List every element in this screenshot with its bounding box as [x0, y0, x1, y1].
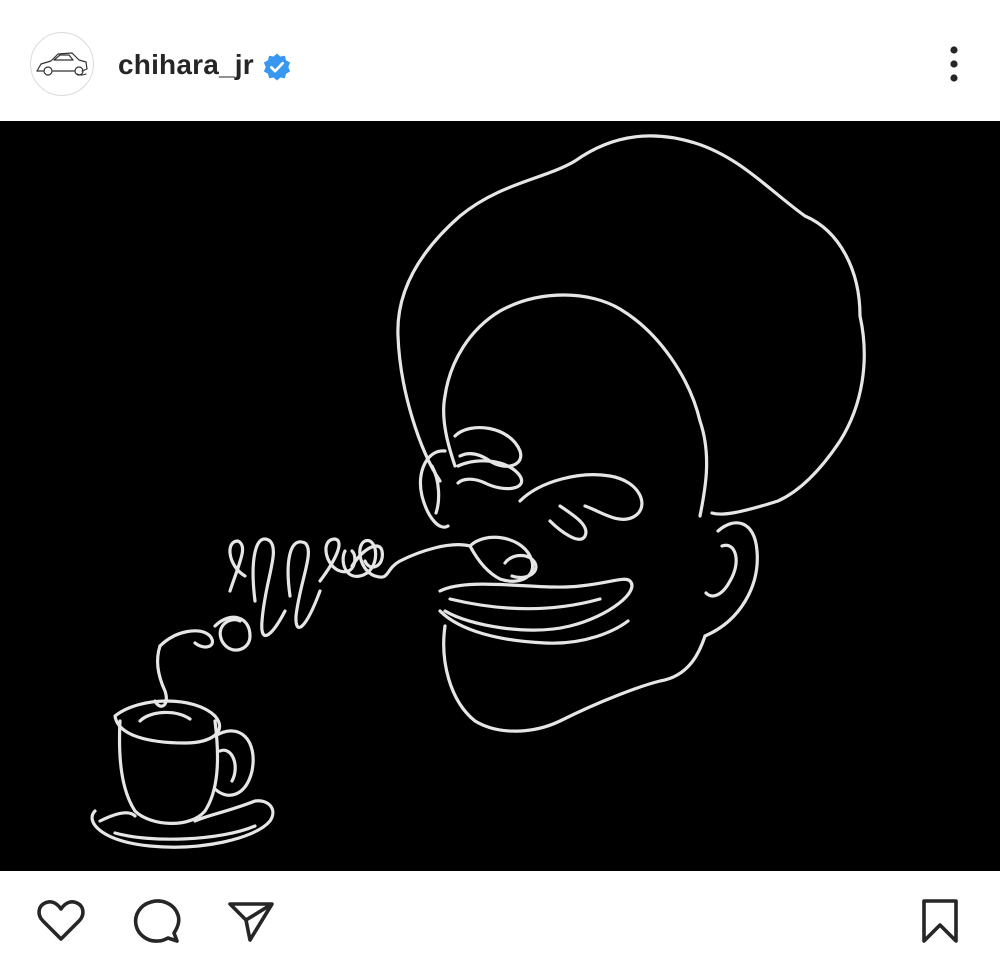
bookmark-icon[interactable]: [912, 893, 968, 949]
send-icon[interactable]: [222, 893, 278, 949]
comment-icon[interactable]: [128, 893, 184, 949]
line-drawing-face-coffee-image: [90, 134, 866, 849]
verified-badge-icon: [263, 53, 291, 81]
more-vertical-icon[interactable]: [932, 40, 976, 88]
username[interactable]: chihara_jr: [118, 47, 254, 83]
avatar[interactable]: [30, 32, 94, 96]
action-bar: [0, 871, 1000, 961]
post-image[interactable]: [0, 121, 1000, 871]
car-sketch-icon: [36, 52, 88, 76]
post-header: chihara_jr: [0, 0, 1000, 121]
heart-icon[interactable]: [33, 893, 89, 949]
